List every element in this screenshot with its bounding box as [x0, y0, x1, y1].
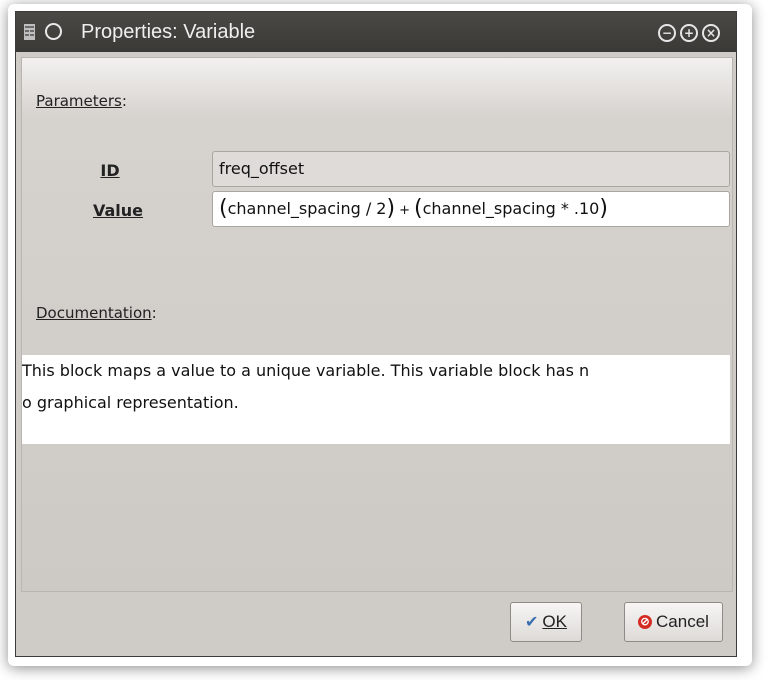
minimize-icon: −	[661, 26, 673, 40]
value-close-paren-2: )	[599, 196, 608, 221]
ok-label: OK	[542, 612, 567, 631]
cancel-label: Cancel	[656, 612, 709, 631]
cancel-icon: ⊘	[638, 615, 653, 629]
window-menu-icon[interactable]	[45, 23, 62, 40]
parameters-label-text: Parameters	[36, 92, 122, 110]
documentation-colon: :	[151, 304, 157, 322]
value-expr-1: channel_spacing / 2	[227, 199, 387, 218]
value-open-paren-1: (	[219, 196, 228, 221]
documentation-section-label: Documentation:	[36, 304, 157, 322]
value-close-paren-1: )	[386, 196, 396, 221]
documentation-line-2: o graphical representation.	[22, 393, 239, 412]
close-icon: ×	[705, 26, 717, 40]
cancel-button[interactable]: ⊘ Cancel	[624, 602, 723, 642]
close-button[interactable]: ×	[702, 24, 720, 42]
parameters-colon: :	[121, 92, 127, 110]
ok-button[interactable]: ✔ OK	[510, 602, 582, 642]
id-field[interactable]: freq_offset	[212, 151, 730, 187]
window-title: Properties: Variable	[81, 21, 256, 43]
value-plus-operator: +	[399, 203, 410, 218]
maximize-button[interactable]: +	[680, 24, 698, 42]
value-field[interactable]: (channel_spacing / 2) + (channel_spacing *…	[212, 191, 730, 227]
app-icon	[24, 24, 35, 40]
documentation-line-1: This block maps a value to a unique vari…	[22, 361, 590, 380]
value-expr-2: channel_spacing * .10	[422, 199, 600, 218]
documentation-label-text: Documentation	[36, 304, 152, 322]
value-label: Value	[92, 201, 144, 220]
documentation-text[interactable]: This block maps a value to a unique vari…	[22, 355, 730, 444]
properties-panel: Parameters: ID freq_offset Value (channe…	[21, 57, 733, 592]
title-bar[interactable]: Properties: Variable − + ×	[16, 12, 736, 52]
value-open-paren-2: (	[413, 196, 423, 221]
properties-dialog: Properties: Variable − + × Parameters: I…	[15, 11, 737, 657]
id-label: ID	[100, 161, 120, 180]
check-icon: ✔	[525, 614, 539, 631]
minimize-button[interactable]: −	[658, 24, 676, 42]
maximize-icon: +	[683, 26, 695, 40]
parameters-section-label: Parameters:	[36, 92, 127, 110]
